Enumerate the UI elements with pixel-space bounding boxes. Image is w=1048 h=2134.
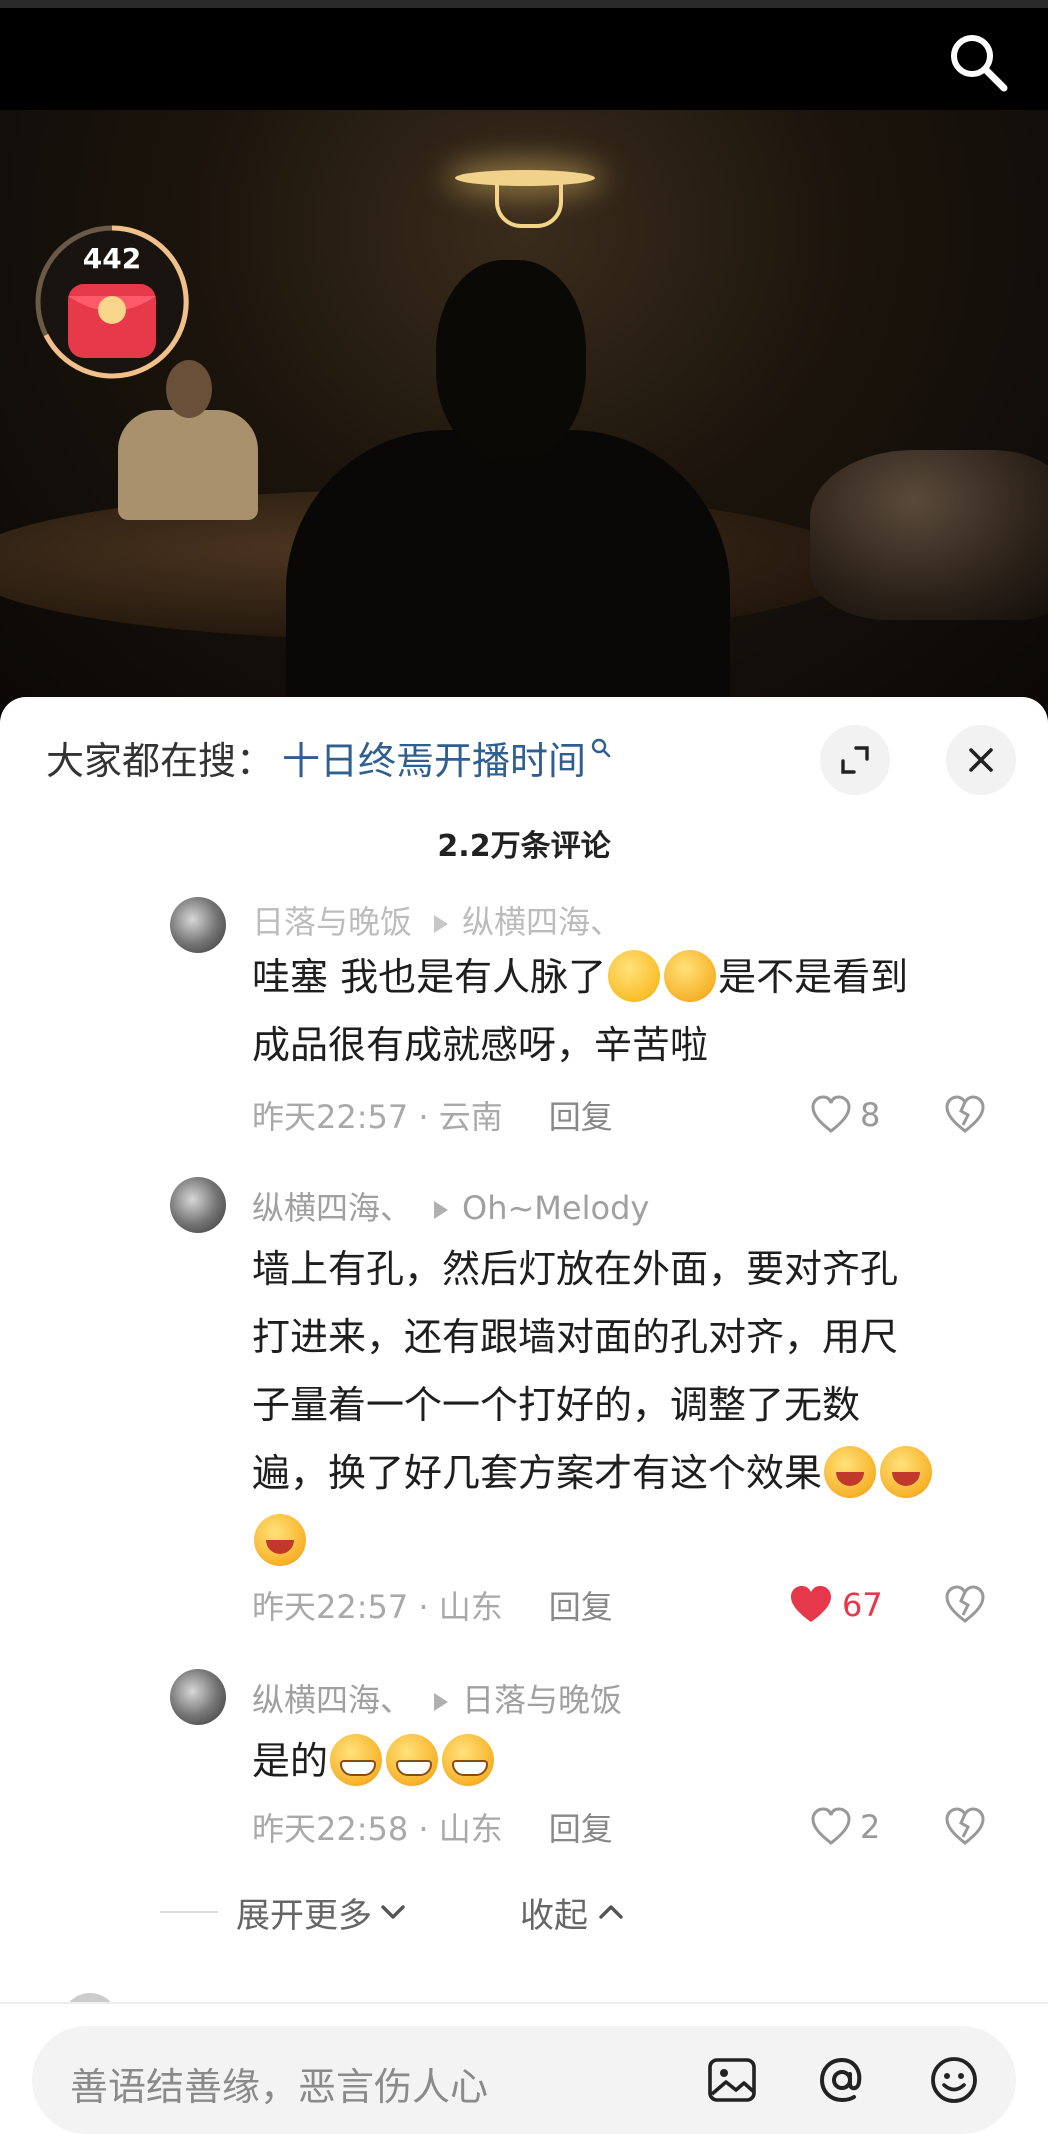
like-button[interactable]: 2 [810,1805,880,1849]
emoji-button[interactable] [924,2050,984,2110]
grinning-emoji-icon [386,1733,439,1786]
trending-search-term[interactable]: 十日终焉开播时间 [282,730,586,785]
dislike-button[interactable] [942,1583,988,1627]
reply-arrow-icon [434,1693,449,1711]
comment-header: 日落与晚饭 纵横四海、 [252,897,622,943]
dislike-icon [945,1585,985,1623]
like-count: 2 [860,1808,881,1846]
comment-header: 纵横四海、 日落与晚饭 [252,1675,622,1721]
comment-reply-to[interactable]: 日落与晚饭 [462,1681,622,1719]
mention-button[interactable] [812,2050,872,2110]
trending-search[interactable]: 大家都在搜： 十日终焉开播时间 [46,733,612,783]
search-icon [591,738,611,758]
comment-text-part: 成品很有成就感呀，辛苦啦 [252,1023,709,1067]
expand-icon [841,746,869,774]
reply-button[interactable]: 回复 [549,1804,613,1850]
comment-count: 2.2万条评论 [437,829,611,864]
comment-reply-to[interactable]: Oh~Melody [462,1189,649,1227]
comment-author[interactable]: 日落与晚饭 [252,903,412,941]
close-button[interactable] [946,725,1016,795]
comment-header: 纵横四海、 Oh~Melody [252,1183,649,1229]
collapse-button[interactable]: 收起 [520,1889,626,1936]
at-icon [819,2057,862,2103]
collapse-label: 收起 [520,1895,588,1936]
like-count: 67 [842,1586,883,1624]
like-button[interactable]: 8 [810,1093,880,1137]
dislike-icon [945,1807,985,1845]
heart-icon [811,1095,851,1133]
comment-author[interactable]: 纵横四海、 [252,1681,412,1719]
comment-text-line: 打进来，还有跟墙对面的孔对齐，用尺 [252,1315,899,1359]
thread-controls: 展开更多 [160,1888,408,1937]
grinning-emoji-icon [442,1733,495,1786]
comment-text-part: 是不是看到 [718,955,909,999]
comment-panel: 大家都在搜： 十日终焉开播时间 2.2万条评论 日落与晚饭 纵横四海、 哇塞 我也… [0,697,1048,2134]
comment-text: 墙上有孔，然后灯放在外面，要对齐孔 打进来，还有跟墙对面的孔对齐，用尺 子量着一… [252,1235,1012,1575]
reply-arrow-icon [434,915,449,933]
like-count: 8 [860,1096,881,1134]
comment-text-line: 墙上有孔，然后灯放在外面，要对齐孔 [252,1247,899,1291]
comment-item: 日落与晚饭 纵横四海、 哇塞 我也是有人脉了 是不是看到 成品很有成就感呀，辛苦啦 … [170,897,1010,1157]
comment-input-placeholder: 善语结善缘，恶言伤人心 [70,2065,489,2109]
comment-text: 哇塞 我也是有人脉了 是不是看到 成品很有成就感呀，辛苦啦 [252,943,1012,1079]
expand-more-button[interactable]: 展开更多 [236,1888,408,1937]
dislike-button[interactable] [942,1093,988,1137]
reply-button[interactable]: 回复 [549,1582,613,1628]
dislike-button[interactable] [942,1805,988,1849]
scene-person-back [286,260,730,710]
comment-time: 昨天22:57 · 山东 [252,1588,503,1626]
avatar[interactable] [170,1177,226,1233]
scene-person-left [118,360,258,520]
reply-button[interactable]: 回复 [549,1092,613,1138]
comment-input[interactable]: 善语结善缘，恶言伤人心 [32,2026,1016,2134]
heart-icon [791,1586,831,1622]
pleading-emoji-icon [664,949,717,1002]
laughing-tears-emoji-icon [254,1513,306,1566]
comment-text: 是的 [252,1727,1012,1795]
heart-icon [811,1807,851,1845]
comment-meta: 昨天22:57 · 云南 回复 [252,1093,613,1137]
emoji-icon [931,2057,977,2103]
grinning-emoji-icon [330,1733,383,1786]
reply-arrow-icon [434,1201,449,1219]
comment-text-part: 哇塞 我也是有人脉了 [252,955,607,999]
comment-meta: 昨天22:57 · 山东 回复 [252,1583,613,1627]
top-bar [0,0,1048,110]
scene-lamp-cage [495,182,563,228]
status-strip [0,0,1048,8]
comment-time: 昨天22:58 · 山东 [252,1810,503,1848]
chevron-up-icon [599,1905,623,1919]
comment-input-bar: 善语结善缘，恶言伤人心 [0,2002,1048,2134]
image-icon [708,2058,756,2102]
scene-object-right [810,450,1048,620]
thinking-emoji-icon [608,949,661,1002]
red-packet-widget[interactable]: 442 [32,222,192,382]
expand-button[interactable] [820,725,890,795]
divider [160,1911,218,1913]
chevron-down-icon [381,1905,405,1919]
image-button[interactable] [702,2050,762,2110]
video-player[interactable] [0,110,1048,710]
comment-reply-to[interactable]: 纵横四海、 [462,903,622,941]
like-button[interactable]: 67 [788,1583,883,1627]
comment-text-line: 遍，换了好几套方案才有这个效果 [252,1451,823,1495]
red-packet-count: 442 [82,242,142,275]
dislike-icon [945,1095,985,1133]
trending-search-label: 大家都在搜： [46,738,275,783]
comment-time: 昨天22:57 · 云南 [252,1098,503,1136]
laughing-tears-emoji-icon [824,1445,877,1498]
expand-more-label: 展开更多 [236,1895,372,1936]
comment-item: 纵横四海、 Oh~Melody 墙上有孔，然后灯放在外面，要对齐孔 打进来，还有跟… [170,1177,1010,1717]
avatar[interactable] [170,1669,226,1725]
comment-item: 纵横四海、 日落与晚饭 是的 昨天22:58 · 山东 回复 2 [170,1669,1010,1869]
laughing-tears-emoji-icon [880,1445,933,1498]
comment-author[interactable]: 纵横四海、 [252,1189,412,1227]
comment-meta: 昨天22:58 · 山东 回复 [252,1805,613,1849]
comment-text-part: 是的 [252,1739,329,1783]
close-icon [969,748,993,772]
avatar[interactable] [170,897,226,953]
comment-text-line: 子量着一个一个打好的，调整了无数 [252,1383,861,1427]
search-icon[interactable] [946,30,1010,94]
